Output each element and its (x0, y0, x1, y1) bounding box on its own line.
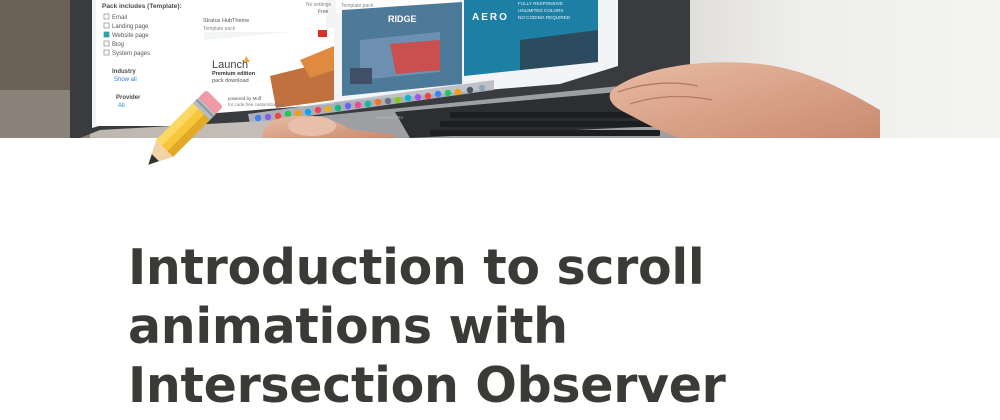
launch-note: for code free customizations (228, 102, 285, 107)
filter-heading: Pack includes (Template): (102, 3, 182, 10)
aero-line-3: NO CODING REQUIRED (518, 15, 571, 20)
filter-blog: Blog (112, 42, 124, 48)
card-free: Free (318, 9, 329, 15)
article-title: Introduction to scroll animations with I… (128, 239, 726, 414)
industry-label: Industry (112, 69, 136, 75)
filter-email: Email (112, 15, 127, 21)
pencil-icon (126, 83, 230, 187)
aero-line-1: FULLY RESPONSIVE (518, 1, 563, 6)
card-stratus-label: Stratus HubTheme (203, 18, 249, 24)
card-template-pack: Template pack (341, 3, 374, 9)
laptop-label: MacBook Pro (376, 115, 404, 120)
card-ridge-title: RIDGE (388, 14, 417, 24)
card-aero-title: AERO (472, 12, 509, 23)
filter-website: Website page (112, 33, 149, 39)
launch-title: Launch (212, 59, 248, 71)
filter-system: System pages (112, 51, 150, 57)
card-stratus-sub: Template pack (203, 26, 236, 32)
all-link: All (118, 103, 125, 109)
aero-line-2: UNLIMITED COLORS (518, 8, 563, 13)
filter-landing: Landing page (112, 24, 149, 30)
launch-powered: powered by Muff (228, 96, 262, 101)
card-settings: No settings (306, 2, 332, 8)
launch-edition: Premium edition (212, 71, 256, 77)
